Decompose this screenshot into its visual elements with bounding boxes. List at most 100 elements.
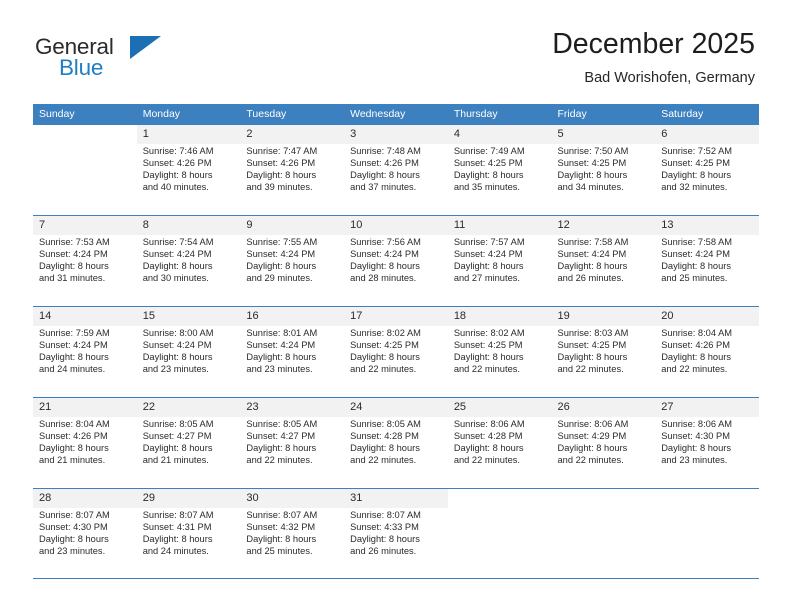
day-number: 17 xyxy=(344,307,448,326)
sun-times-info xyxy=(33,144,137,146)
calendar-day-cell[interactable]: 23 Sunrise: 8:05 AM Sunset: 4:27 PM Dayli… xyxy=(240,397,345,489)
day-number: 16 xyxy=(240,307,345,326)
sun-times-info: Sunrise: 8:06 AM Sunset: 4:28 PM Dayligh… xyxy=(453,419,525,465)
day-number: 1 xyxy=(136,125,241,144)
calendar-day-cell[interactable]: 17 Sunrise: 8:02 AM Sunset: 4:25 PM Dayli… xyxy=(344,306,448,398)
sun-times-info: Sunrise: 7:54 AM Sunset: 4:24 PM Dayligh… xyxy=(142,237,214,283)
sun-times-info: Sunrise: 8:06 AM Sunset: 4:29 PM Dayligh… xyxy=(557,419,629,465)
day-number: 6 xyxy=(655,125,759,144)
calendar-day-cell[interactable]: 10 Sunrise: 7:56 AM Sunset: 4:24 PM Dayli… xyxy=(344,215,448,307)
day-number: 22 xyxy=(136,398,241,417)
day-number: 19 xyxy=(551,307,656,326)
triangle-icon xyxy=(130,36,161,59)
calendar-day-cell[interactable]: 18 Sunrise: 8:02 AM Sunset: 4:25 PM Dayli… xyxy=(447,306,552,398)
calendar-body: 1 Sunrise: 7:46 AM Sunset: 4:26 PM Daylig… xyxy=(33,125,759,579)
calendar-day-cell[interactable]: 31 Sunrise: 8:07 AM Sunset: 4:33 PM Dayli… xyxy=(344,488,448,579)
page-title: December 2025 xyxy=(552,28,755,60)
day-number: 30 xyxy=(240,489,345,508)
sun-times-info: Sunrise: 7:52 AM Sunset: 4:25 PM Dayligh… xyxy=(661,146,733,192)
day-number: 3 xyxy=(344,125,448,144)
sun-times-info: Sunrise: 7:59 AM Sunset: 4:24 PM Dayligh… xyxy=(39,328,110,374)
day-number: 12 xyxy=(551,216,656,235)
weekday-header-row: Sunday Monday Tuesday Wednesday Thursday… xyxy=(33,104,759,125)
calendar-day-cell[interactable]: 28 Sunrise: 8:07 AM Sunset: 4:30 PM Dayli… xyxy=(33,488,137,579)
weekday-header-monday: Monday xyxy=(136,104,241,125)
calendar-day-cell[interactable]: 29 Sunrise: 8:07 AM Sunset: 4:31 PM Dayli… xyxy=(136,488,241,579)
calendar-day-cell[interactable]: 13 Sunrise: 7:58 AM Sunset: 4:24 PM Dayli… xyxy=(655,215,759,307)
sun-times-info: Sunrise: 8:07 AM Sunset: 4:32 PM Dayligh… xyxy=(246,510,318,556)
weekday-header-saturday: Saturday xyxy=(655,104,759,125)
calendar-day-cell[interactable]: 8 Sunrise: 7:54 AM Sunset: 4:24 PM Daylig… xyxy=(136,215,241,307)
day-number: 15 xyxy=(136,307,241,326)
day-number: 2 xyxy=(240,125,345,144)
sun-times-info: Sunrise: 8:04 AM Sunset: 4:26 PM Dayligh… xyxy=(661,328,733,374)
sun-times-info: Sunrise: 8:02 AM Sunset: 4:25 PM Dayligh… xyxy=(350,328,421,374)
day-number: 4 xyxy=(447,125,552,144)
calendar-week-row: 21 Sunrise: 8:04 AM Sunset: 4:26 PM Dayli… xyxy=(33,397,759,489)
calendar-day-cell[interactable]: 12 Sunrise: 7:58 AM Sunset: 4:24 PM Dayli… xyxy=(551,215,656,307)
day-number: 26 xyxy=(551,398,656,417)
calendar-page: General Blue December 2025 Bad Worishofe… xyxy=(0,0,792,612)
day-number: 25 xyxy=(447,398,552,417)
calendar-day-cell[interactable]: 14 Sunrise: 7:59 AM Sunset: 4:24 PM Dayli… xyxy=(33,306,137,398)
day-number: 9 xyxy=(240,216,345,235)
day-number: 14 xyxy=(33,307,137,326)
day-number: 21 xyxy=(33,398,137,417)
day-number: 8 xyxy=(136,216,241,235)
day-number: 27 xyxy=(655,398,759,417)
day-number xyxy=(33,125,137,144)
calendar-day-cell[interactable]: 1 Sunrise: 7:46 AM Sunset: 4:26 PM Daylig… xyxy=(136,125,241,216)
day-number: 7 xyxy=(33,216,137,235)
day-number: 28 xyxy=(33,489,137,508)
calendar-day-cell[interactable]: 25 Sunrise: 8:06 AM Sunset: 4:28 PM Dayli… xyxy=(447,397,552,489)
calendar-day-cell[interactable]: 16 Sunrise: 8:01 AM Sunset: 4:24 PM Dayli… xyxy=(240,306,345,398)
calendar-day-cell[interactable]: 6 Sunrise: 7:52 AM Sunset: 4:25 PM Daylig… xyxy=(655,125,759,216)
calendar-day-cell[interactable]: 26 Sunrise: 8:06 AM Sunset: 4:29 PM Dayli… xyxy=(551,397,656,489)
title-block: December 2025 Bad Worishofen, Germany xyxy=(552,28,755,86)
sun-times-info: Sunrise: 8:07 AM Sunset: 4:33 PM Dayligh… xyxy=(350,510,421,556)
sun-times-info: Sunrise: 7:55 AM Sunset: 4:24 PM Dayligh… xyxy=(246,237,318,283)
calendar-day-cell[interactable]: 27 Sunrise: 8:06 AM Sunset: 4:30 PM Dayli… xyxy=(655,397,759,489)
calendar-week-row: 7 Sunrise: 7:53 AM Sunset: 4:24 PM Daylig… xyxy=(33,215,759,307)
calendar-day-cell[interactable]: 19 Sunrise: 8:03 AM Sunset: 4:25 PM Dayli… xyxy=(551,306,656,398)
calendar-day-cell[interactable]: 22 Sunrise: 8:05 AM Sunset: 4:27 PM Dayli… xyxy=(136,397,241,489)
day-number: 10 xyxy=(344,216,448,235)
calendar-day-cell[interactable]: 11 Sunrise: 7:57 AM Sunset: 4:24 PM Dayli… xyxy=(447,215,552,307)
day-number: 13 xyxy=(655,216,759,235)
calendar-day-cell[interactable]: 15 Sunrise: 8:00 AM Sunset: 4:24 PM Dayli… xyxy=(136,306,241,398)
calendar-day-cell[interactable]: 20 Sunrise: 8:04 AM Sunset: 4:26 PM Dayli… xyxy=(655,306,759,398)
calendar-week-row: 28 Sunrise: 8:07 AM Sunset: 4:30 PM Dayli… xyxy=(33,488,759,579)
day-number: 11 xyxy=(447,216,552,235)
page-header: General Blue December 2025 Bad Worishofe… xyxy=(0,0,792,100)
calendar-day-cell[interactable]: 24 Sunrise: 8:05 AM Sunset: 4:28 PM Dayli… xyxy=(344,397,448,489)
sun-times-info: Sunrise: 8:05 AM Sunset: 4:27 PM Dayligh… xyxy=(142,419,214,465)
calendar-day-cell[interactable]: 3 Sunrise: 7:48 AM Sunset: 4:26 PM Daylig… xyxy=(344,125,448,216)
day-number: 23 xyxy=(240,398,345,417)
sun-times-info: Sunrise: 7:53 AM Sunset: 4:24 PM Dayligh… xyxy=(39,237,110,283)
sun-times-info: Sunrise: 8:02 AM Sunset: 4:25 PM Dayligh… xyxy=(453,328,525,374)
calendar-day-cell[interactable]: 7 Sunrise: 7:53 AM Sunset: 4:24 PM Daylig… xyxy=(33,215,137,307)
day-number xyxy=(447,489,552,508)
calendar-cell-empty xyxy=(33,125,137,216)
calendar-week-row: 14 Sunrise: 7:59 AM Sunset: 4:24 PM Dayli… xyxy=(33,306,759,398)
calendar-day-cell[interactable]: 30 Sunrise: 8:07 AM Sunset: 4:32 PM Dayli… xyxy=(240,488,345,579)
calendar-day-cell[interactable]: 9 Sunrise: 7:55 AM Sunset: 4:24 PM Daylig… xyxy=(240,215,345,307)
sun-times-info: Sunrise: 8:01 AM Sunset: 4:24 PM Dayligh… xyxy=(246,328,318,374)
sun-times-info: Sunrise: 8:04 AM Sunset: 4:26 PM Dayligh… xyxy=(39,419,110,465)
day-number: 24 xyxy=(344,398,448,417)
location-subtitle: Bad Worishofen, Germany xyxy=(584,69,755,86)
sun-times-info: Sunrise: 8:07 AM Sunset: 4:31 PM Dayligh… xyxy=(142,510,214,556)
calendar-day-cell[interactable]: 5 Sunrise: 7:50 AM Sunset: 4:25 PM Daylig… xyxy=(551,125,656,216)
calendar-day-cell[interactable]: 4 Sunrise: 7:49 AM Sunset: 4:25 PM Daylig… xyxy=(447,125,552,216)
calendar-day-cell[interactable]: 21 Sunrise: 8:04 AM Sunset: 4:26 PM Dayli… xyxy=(33,397,137,489)
sun-times-info xyxy=(551,508,656,510)
sun-times-info: Sunrise: 7:48 AM Sunset: 4:26 PM Dayligh… xyxy=(350,146,421,192)
weekday-header-friday: Friday xyxy=(551,104,656,125)
logo-text-blue: Blue xyxy=(59,55,104,80)
sun-times-info: Sunrise: 7:50 AM Sunset: 4:25 PM Dayligh… xyxy=(557,146,629,192)
calendar-day-cell[interactable]: 2 Sunrise: 7:47 AM Sunset: 4:26 PM Daylig… xyxy=(240,125,345,216)
sun-times-info xyxy=(655,508,759,510)
general-blue-logo[interactable]: General Blue xyxy=(35,34,215,90)
sun-times-info: Sunrise: 8:05 AM Sunset: 4:28 PM Dayligh… xyxy=(350,419,421,465)
sun-times-info: Sunrise: 8:03 AM Sunset: 4:25 PM Dayligh… xyxy=(557,328,629,374)
